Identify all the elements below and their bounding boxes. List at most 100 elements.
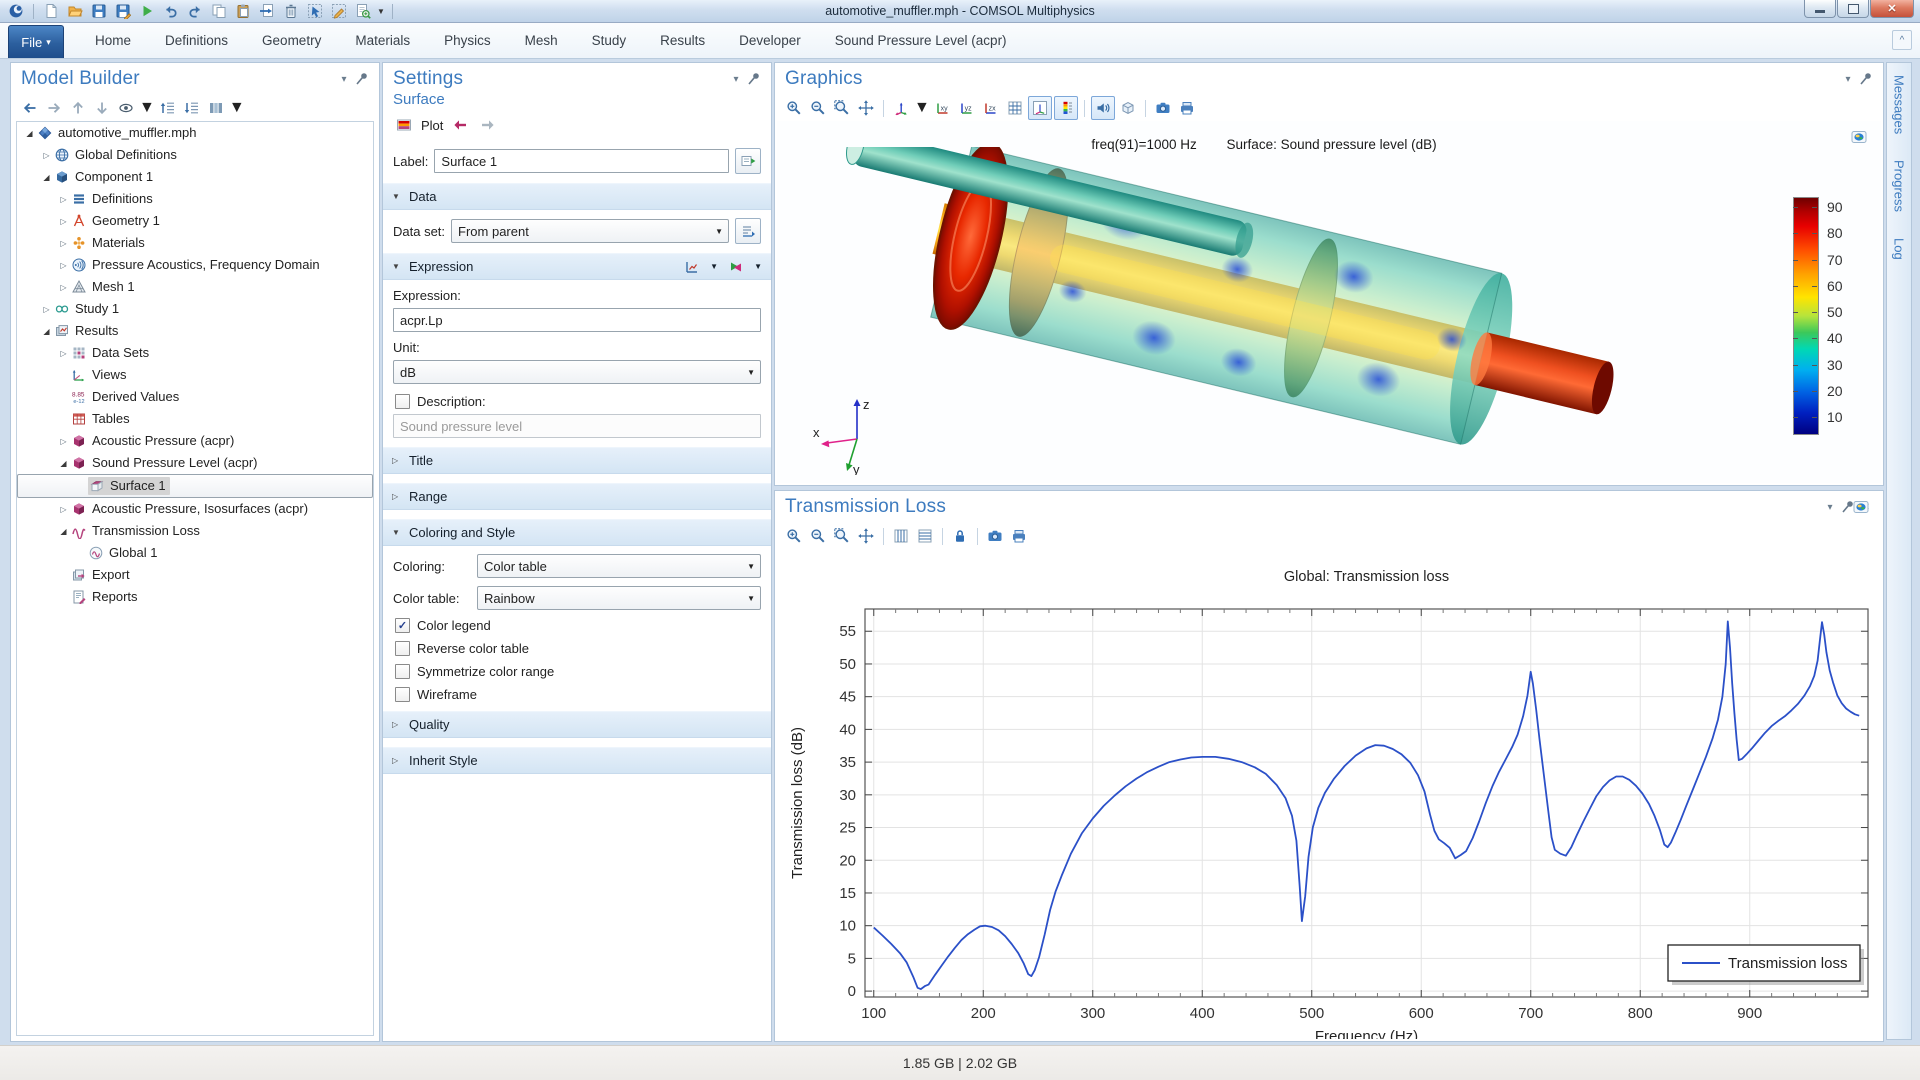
clear-selection-icon[interactable]: [329, 1, 349, 21]
tree-expander[interactable]: ◢: [23, 129, 36, 138]
tree-expander[interactable]: ▷: [57, 239, 70, 248]
section-expression[interactable]: ▼ Expression ▼ ▼: [383, 253, 771, 280]
tree-item-mesh-1[interactable]: ▷ Mesh 1: [17, 276, 373, 298]
zoom-in-button[interactable]: [783, 97, 805, 119]
pin-icon[interactable]: [1857, 70, 1875, 88]
collapse-all-button[interactable]: [157, 97, 179, 119]
panel-menu-icon[interactable]: ▾: [1839, 70, 1857, 88]
plot-window-icon[interactable]: [1853, 499, 1873, 519]
collapse-ribbon-button[interactable]: ^: [1892, 30, 1912, 50]
dock-tab-progress[interactable]: Progress: [1892, 160, 1907, 212]
tree-item-global-1[interactable]: Global 1: [17, 542, 373, 564]
print-button[interactable]: [1176, 97, 1198, 119]
select-icon[interactable]: [305, 1, 325, 21]
tree-item-geometry-1[interactable]: ▷ Geometry 1: [17, 210, 373, 232]
tree-item-definitions[interactable]: ▷ Definitions: [17, 188, 373, 210]
transmission-loss-chart[interactable]: 100 200 300 400 500 600 700 800 900 0 5 10 15 20 25 30 3…: [778, 547, 1878, 1045]
switch-data-button[interactable]: [735, 218, 761, 244]
tree-item-transmission-loss[interactable]: ◢ Transmission Loss: [17, 520, 373, 542]
insert-expression-button[interactable]: [681, 256, 703, 278]
chevron-down-icon[interactable]: ▼: [229, 99, 245, 117]
ribbon-tab-geometry[interactable]: Geometry: [245, 22, 338, 58]
section-inherit-style[interactable]: ▷ Inherit Style: [383, 747, 771, 774]
tree-expander[interactable]: ▷: [57, 505, 70, 514]
ribbon-tab-definitions[interactable]: Definitions: [148, 22, 245, 58]
tree-item-materials[interactable]: ▷ Materials: [17, 232, 373, 254]
chevron-down-icon[interactable]: ▼: [377, 7, 385, 16]
chevron-down-icon[interactable]: ▼: [754, 262, 762, 271]
zoom-extents-button[interactable]: [855, 97, 877, 119]
close-button[interactable]: ✕: [1870, 0, 1914, 18]
tree-item-reports[interactable]: Reports: [17, 586, 373, 608]
tree-item-views[interactable]: Views: [17, 364, 373, 386]
zoom-in-button[interactable]: [783, 525, 805, 547]
zoom-extents-button[interactable]: [855, 525, 877, 547]
ribbon-tab-developer[interactable]: Developer: [722, 22, 818, 58]
snapshot-button[interactable]: [984, 525, 1006, 547]
go-back-button[interactable]: [19, 97, 41, 119]
zoom-out-button[interactable]: [807, 97, 829, 119]
tree-expander[interactable]: ◢: [57, 459, 70, 468]
view-xy-button[interactable]: xy: [932, 97, 954, 119]
comsol-logo[interactable]: [6, 1, 26, 21]
symmetrize-color-range-checkbox[interactable]: [395, 664, 410, 679]
tree-expander[interactable]: ◢: [57, 527, 70, 536]
wireframe-checkbox[interactable]: [395, 687, 410, 702]
tree-item-acoustic-pressure-acpr[interactable]: ▷ Acoustic Pressure (acpr): [17, 430, 373, 452]
color-legend-button[interactable]: [1053, 96, 1078, 120]
plot-previous-icon[interactable]: [449, 114, 471, 136]
reverse-color-table-checkbox[interactable]: [395, 641, 410, 656]
tree-expander[interactable]: ◢: [40, 327, 53, 336]
find-icon[interactable]: [353, 1, 373, 21]
plot-window-icon[interactable]: [1851, 129, 1871, 149]
section-quality[interactable]: ▷ Quality: [383, 711, 771, 738]
chevron-down-icon[interactable]: ▼: [914, 99, 930, 117]
dock-tab-log[interactable]: Log: [1892, 238, 1907, 260]
tree-item-global-definitions[interactable]: ▷ Global Definitions: [17, 144, 373, 166]
x-grid-button[interactable]: [890, 525, 912, 547]
coloring-select[interactable]: Color table ▼: [477, 554, 761, 578]
tree-expander[interactable]: ▷: [57, 261, 70, 270]
section-title[interactable]: ▷ Title: [383, 447, 771, 474]
chevron-down-icon[interactable]: ▼: [139, 99, 155, 117]
tree-expander[interactable]: ▷: [40, 151, 53, 160]
dock-tab-messages[interactable]: Messages: [1892, 75, 1907, 134]
go-forward-button[interactable]: [43, 97, 65, 119]
zoom-box-button[interactable]: [831, 97, 853, 119]
zoom-out-button[interactable]: [807, 525, 829, 547]
tree-item-component-1[interactable]: ◢ Component 1: [17, 166, 373, 188]
description-checkbox[interactable]: [395, 394, 410, 409]
sound-button[interactable]: [1090, 96, 1115, 120]
save-as-icon[interactable]: [113, 1, 133, 21]
file-menu-button[interactable]: File ▾: [8, 25, 64, 58]
undo-icon[interactable]: [161, 1, 181, 21]
copy-icon[interactable]: [209, 1, 229, 21]
panel-menu-icon[interactable]: ▾: [1821, 498, 1839, 516]
section-range[interactable]: ▷ Range: [383, 483, 771, 510]
show-button[interactable]: [115, 97, 137, 119]
paste-icon[interactable]: [233, 1, 253, 21]
panel-menu-icon[interactable]: ▾: [727, 70, 745, 88]
delete-icon[interactable]: [281, 1, 301, 21]
save-icon[interactable]: [89, 1, 109, 21]
snapshot-button[interactable]: [1152, 97, 1174, 119]
tree-item-acoustic-pressure-isosurfaces-acpr[interactable]: ▷ Acoustic Pressure, Isosurfaces (acpr): [17, 498, 373, 520]
y-grid-button[interactable]: [914, 525, 936, 547]
tree-item-automotive-muffler-mph[interactable]: ◢ automotive_muffler.mph: [17, 122, 373, 144]
plot-button[interactable]: Plot: [421, 118, 443, 133]
expression-input[interactable]: acpr.Lp: [393, 308, 761, 332]
section-coloring[interactable]: ▼ Coloring and Style: [383, 519, 771, 546]
ribbon-tab-sound-pressure-level-acpr[interactable]: Sound Pressure Level (acpr): [818, 22, 1024, 58]
orientation-button[interactable]: [890, 97, 912, 119]
description-input[interactable]: Sound pressure level: [393, 414, 761, 438]
new-icon[interactable]: [41, 1, 61, 21]
tree-item-study-1[interactable]: ▷ Study 1: [17, 298, 373, 320]
color-table-select[interactable]: Rainbow ▼: [477, 586, 761, 610]
tree-expander[interactable]: ▷: [57, 217, 70, 226]
move-down-button[interactable]: [91, 97, 113, 119]
tree-item-data-sets[interactable]: ▷ Data Sets: [17, 342, 373, 364]
tree-expander[interactable]: ◢: [40, 173, 53, 182]
tree-expander[interactable]: ▷: [57, 437, 70, 446]
print-button[interactable]: [1008, 525, 1030, 547]
expand-all-button[interactable]: [181, 97, 203, 119]
